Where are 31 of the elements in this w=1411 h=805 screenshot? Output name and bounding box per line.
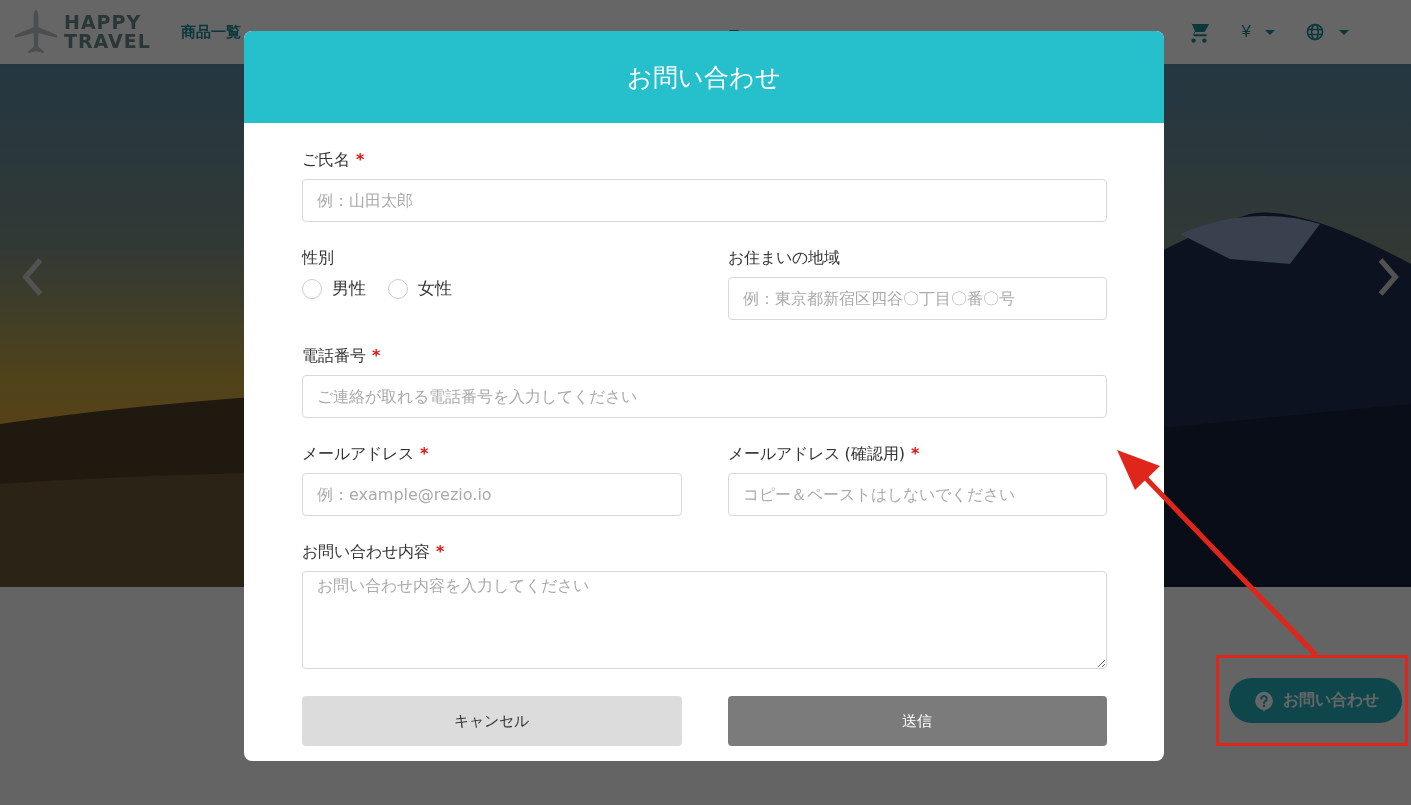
globe-icon xyxy=(1305,22,1325,42)
language-dropdown[interactable] xyxy=(1305,22,1349,42)
caret-icon xyxy=(1339,29,1349,35)
question-bubble-icon xyxy=(1252,689,1275,712)
input-field[interactable]: ご連絡が取れる電話番号を入力してください xyxy=(302,375,1107,418)
field-label: メールアドレス xyxy=(302,443,414,465)
nav-link[interactable]: 商品一覧 xyxy=(180,22,241,42)
caret-icon xyxy=(1265,29,1275,35)
required-mark: * xyxy=(911,443,920,465)
required-mark: * xyxy=(436,541,445,563)
input-field[interactable]: コピー＆ペーストはしないでください xyxy=(727,473,1107,516)
field-label: お問い合わせ内容 xyxy=(302,541,430,563)
currency-dropdown[interactable]: ¥ xyxy=(1241,22,1275,42)
required-mark: * xyxy=(420,443,429,465)
radio-label[interactable]: 男性 xyxy=(332,277,366,300)
field-label: 電話番号 xyxy=(302,345,366,367)
input-field[interactable]: 例：山田太郎 xyxy=(302,179,1107,222)
submit-button[interactable]: 送信 xyxy=(727,696,1107,746)
required-mark: * xyxy=(356,149,365,171)
field-label: ご氏名 xyxy=(302,149,350,171)
logo-text[interactable]: HAPPY TRAVEL xyxy=(64,13,151,51)
dialog-title: お問い合わせ xyxy=(627,61,781,94)
field-label: メールアドレス (確認用) xyxy=(727,443,906,465)
airplane-icon xyxy=(12,8,60,56)
input-field[interactable]: 例：example@rezio.io xyxy=(302,473,682,516)
cancel-button[interactable]: キャンセル xyxy=(302,696,682,746)
radio-label[interactable]: 女性 xyxy=(418,277,452,300)
field-label: お住まいの地域 xyxy=(727,247,840,269)
field-label: 性別 xyxy=(302,247,334,269)
required-mark: * xyxy=(372,345,381,367)
message-field[interactable]: お問い合わせ内容を入力してください xyxy=(302,571,1107,669)
